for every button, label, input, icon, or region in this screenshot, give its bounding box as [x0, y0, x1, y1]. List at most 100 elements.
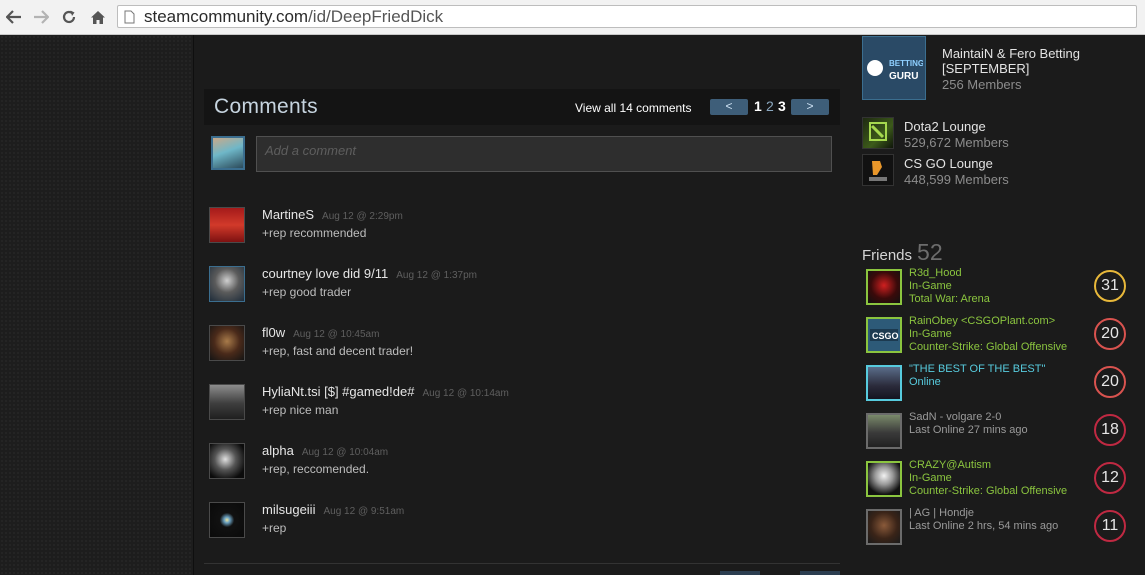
friends-count: 52 [917, 239, 943, 265]
group-item[interactable]: Dota2 Lounge 529,672 Members [862, 117, 1137, 150]
commenter-avatar[interactable] [209, 443, 245, 479]
svg-text:CSGO: CSGO [872, 331, 899, 341]
comment-author[interactable]: courtney love did 9/11 [262, 266, 388, 281]
comment-author[interactable]: HyliaNt.tsi [$] #gamed!de# [262, 384, 414, 399]
friend-name[interactable]: | AG | Hondje [909, 507, 974, 519]
comment-header: milsugeiii Aug 12 @ 9:51am [262, 502, 404, 517]
comment-item: HyliaNt.tsi [$] #gamed!de# Aug 12 @ 10:14… [209, 384, 829, 434]
group-members: 256 Members [942, 77, 1022, 92]
next-page-button[interactable]: > [791, 99, 829, 115]
friend-name[interactable]: RainObey <CSGOPlant.com> [909, 315, 1055, 327]
comment-date: Aug 12 @ 1:37pm [396, 270, 477, 281]
address-bar[interactable]: steamcommunity.com/id/DeepFriedDick [117, 5, 1137, 28]
group-item[interactable]: BETTING GURU MaintaiN & Fero Betting [SE… [862, 36, 1137, 100]
commenter-avatar[interactable] [209, 502, 245, 538]
friend-level-badge: 20 [1094, 318, 1126, 350]
comment-text: +rep nice man [262, 403, 339, 417]
friend-name[interactable]: "THE BEST OF THE BEST" [909, 363, 1045, 375]
comment-date: Aug 12 @ 10:04am [301, 447, 389, 458]
comment-date: Aug 12 @ 2:29pm [322, 211, 403, 222]
page-2-link[interactable]: 2 [766, 98, 774, 114]
comment-item: courtney love did 9/11 Aug 12 @ 1:37pm +r… [209, 266, 829, 316]
url-path: /id/DeepFriedDick [308, 6, 444, 26]
friend-avatar[interactable] [866, 509, 902, 545]
comment-author[interactable]: MartineS [262, 207, 314, 222]
back-arrow-icon[interactable] [3, 6, 25, 28]
url-text: steamcommunity.com/id/DeepFriedDick [144, 7, 443, 27]
comment-author[interactable]: alpha [262, 443, 294, 458]
friend-name[interactable]: R3d_Hood [909, 267, 962, 279]
group-logo-text: BETTING [889, 59, 923, 68]
commenter-avatar[interactable] [209, 325, 245, 361]
bottom-prev-button[interactable] [720, 571, 760, 575]
friend-item[interactable]: SadN - volgare 2-0 Last Online 27 mins a… [866, 411, 1136, 453]
comment-header: HyliaNt.tsi [$] #gamed!de# Aug 12 @ 10:14… [262, 384, 509, 399]
commenter-avatar[interactable] [209, 384, 245, 420]
bottom-next-button[interactable] [800, 571, 840, 575]
page-icon [124, 10, 136, 24]
svg-text:GURU: GURU [889, 71, 918, 82]
group-members: 529,672 Members [904, 135, 1009, 150]
comments-divider [204, 563, 840, 564]
comment-text: +rep recommended [262, 226, 367, 240]
friend-game: Counter-Strike: Global Offensive [909, 485, 1068, 497]
home-icon[interactable] [87, 6, 109, 28]
comment-author[interactable]: fl0w [262, 325, 285, 340]
group-name[interactable]: MaintaiN & Fero Betting [SEPTEMBER] [942, 46, 1132, 76]
comment-text: +rep good trader [262, 285, 352, 299]
page-background-pattern [0, 35, 194, 575]
group-name[interactable]: CS GO Lounge [904, 156, 993, 171]
comment-date: Aug 12 @ 10:45am [293, 329, 380, 340]
friend-item[interactable]: "THE BEST OF THE BEST" Online 20 [866, 363, 1136, 405]
comment-input[interactable]: Add a comment [256, 136, 832, 172]
comment-item: alpha Aug 12 @ 10:04am +rep, reccomended. [209, 443, 829, 493]
view-all-comments-link[interactable]: View all 14 comments [575, 101, 692, 115]
group-members: 448,599 Members [904, 172, 1009, 187]
forward-arrow-icon[interactable] [30, 6, 52, 28]
friend-status: Online [909, 376, 941, 388]
friend-item[interactable]: | AG | Hondje Last Online 2 hrs, 54 mins… [866, 507, 1136, 549]
url-domain: steamcommunity.com [144, 6, 309, 26]
comment-author[interactable]: milsugeiii [262, 502, 315, 517]
dota2-lounge-logo [862, 117, 894, 149]
page-1: 1 [754, 98, 762, 114]
comment-header: fl0w Aug 12 @ 10:45am [262, 325, 379, 340]
friend-status: In-Game [909, 472, 952, 484]
comment-date: Aug 12 @ 9:51am [323, 506, 405, 517]
comment-item: milsugeiii Aug 12 @ 9:51am +rep [209, 502, 829, 552]
comment-item: fl0w Aug 12 @ 10:45am +rep, fast and dece… [209, 325, 829, 375]
csgoplant-logo: CSGO [870, 329, 899, 341]
friend-avatar[interactable] [866, 461, 902, 497]
friend-status: In-Game [909, 280, 952, 292]
friend-level-badge: 11 [1094, 510, 1126, 542]
prev-page-button[interactable]: < [710, 99, 748, 115]
csgo-lounge-logo [862, 154, 894, 186]
friend-status: Last Online 2 hrs, 54 mins ago [909, 520, 1059, 532]
friend-avatar[interactable]: CSGO [866, 317, 902, 353]
group-item[interactable]: CS GO Lounge 448,599 Members [862, 154, 1137, 187]
betting-guru-logo: BETTING GURU [867, 58, 923, 82]
comment-text: +rep [262, 521, 287, 535]
friend-avatar[interactable] [866, 269, 902, 305]
friend-name[interactable]: SadN - volgare 2-0 [909, 411, 1001, 423]
friends-header[interactable]: Friends 52 [862, 239, 943, 266]
friend-level-badge: 20 [1094, 366, 1126, 398]
friend-game: Total War: Arena [909, 293, 990, 305]
comment-header: MartineS Aug 12 @ 2:29pm [262, 207, 403, 222]
reload-icon[interactable] [58, 6, 80, 28]
friend-item[interactable]: CRAZY@Autism In-Game Counter-Strike: Glo… [866, 459, 1136, 501]
friend-avatar[interactable] [866, 413, 902, 449]
commenter-avatar[interactable] [209, 207, 245, 243]
group-name[interactable]: Dota2 Lounge [904, 119, 986, 134]
commenter-avatar[interactable] [209, 266, 245, 302]
comment-text: +rep, fast and decent trader! [262, 344, 414, 358]
comment-item: MartineS Aug 12 @ 2:29pm +rep recommended [209, 207, 829, 257]
comment-header: courtney love did 9/11 Aug 12 @ 1:37pm [262, 266, 477, 281]
friend-item[interactable]: R3d_Hood In-Game Total War: Arena 31 [866, 267, 1136, 309]
browser-toolbar: steamcommunity.com/id/DeepFriedDick [0, 0, 1145, 35]
page-3-link[interactable]: 3 [778, 98, 786, 114]
friend-item[interactable]: CSGO RainObey <CSGOPlant.com> In-Game Co… [866, 315, 1136, 357]
friend-game: Counter-Strike: Global Offensive [909, 341, 1068, 353]
friend-avatar[interactable] [866, 365, 902, 401]
friend-name[interactable]: CRAZY@Autism [909, 459, 991, 471]
